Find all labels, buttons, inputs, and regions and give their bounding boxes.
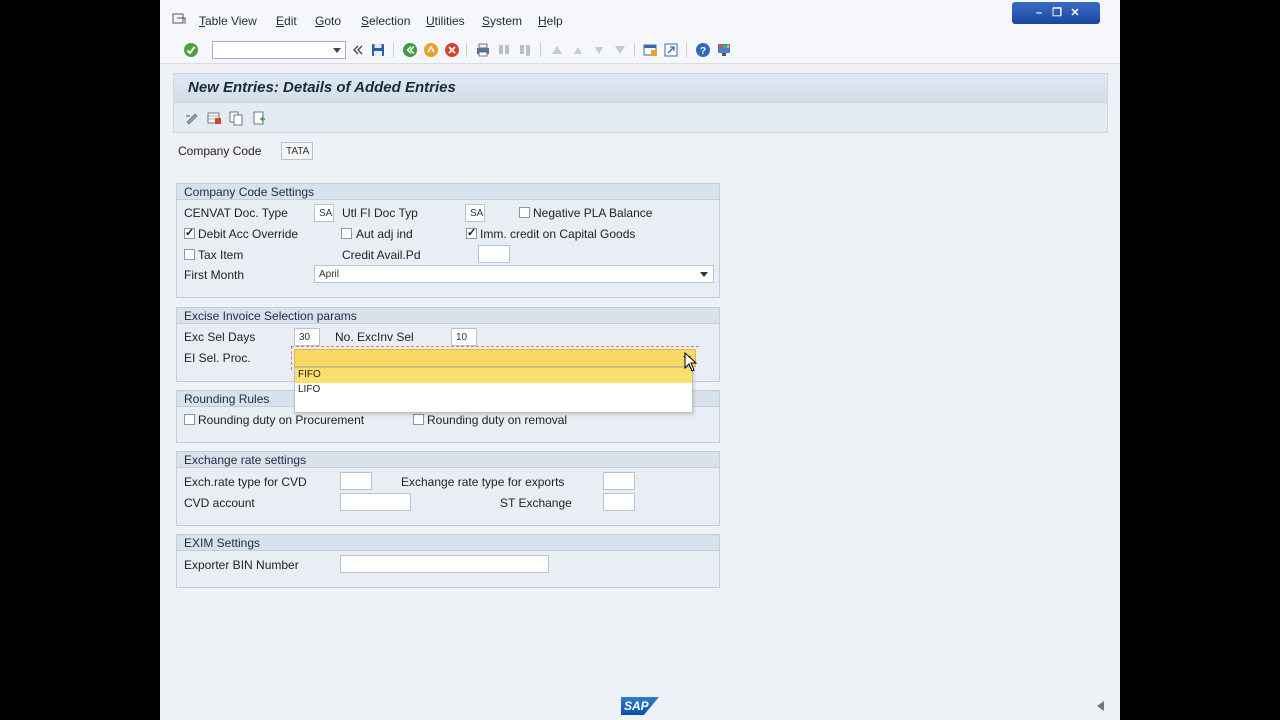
chevron-down-icon[interactable] [333, 48, 341, 53]
option-fifo[interactable]: FIFO [295, 368, 692, 383]
menu-utilities[interactable]: Utilities [426, 14, 465, 28]
delete-entry-icon[interactable] [206, 110, 222, 126]
toolbar-separator [540, 43, 541, 57]
rounding-removal-label: Rounding duty on removal [427, 413, 568, 427]
sap-window: Table View Edit Goto Selection Utilities… [160, 0, 1120, 720]
standard-toolbar: ? [160, 36, 1120, 64]
cvd-rate-type-field[interactable] [340, 472, 372, 490]
exc-sel-days-label: Exc Sel Days [184, 330, 256, 344]
exporter-bin-field[interactable] [340, 555, 549, 573]
tax-item-checkbox[interactable] [184, 249, 195, 260]
restore-icon[interactable]: ❐ [1050, 6, 1064, 20]
prev-page-icon[interactable] [570, 42, 586, 58]
minimize-icon[interactable]: – [1032, 6, 1046, 20]
company-code-field[interactable]: TATA [281, 142, 313, 160]
back-double-icon[interactable] [350, 42, 366, 58]
exports-rate-type-field[interactable] [603, 472, 635, 490]
option-lifo[interactable]: LIFO [295, 383, 692, 398]
cvd-account-label: CVD account [184, 496, 255, 510]
first-month-dropdown[interactable]: April [314, 265, 714, 283]
new-entry-icon[interactable] [251, 110, 267, 126]
exit-icon[interactable] [423, 42, 439, 58]
imm-credit-label: Imm. credit on Capital Goods [480, 227, 636, 241]
ei-sel-proc-label: EI Sel. Proc. [184, 351, 251, 365]
cvd-account-field[interactable] [340, 493, 411, 511]
window-controls: – ❐ ✕ [1012, 2, 1100, 24]
toolbar-separator [686, 43, 687, 57]
menu-selection[interactable]: Selection [361, 14, 410, 28]
rounding-removal-checkbox[interactable] [413, 414, 424, 425]
enter-icon[interactable] [183, 42, 199, 58]
create-session-icon[interactable] [642, 42, 658, 58]
group-title: EXIM Settings [177, 535, 719, 551]
menu-edit[interactable]: Edit [276, 14, 297, 28]
first-month-value: April [319, 269, 340, 280]
print-icon[interactable] [475, 42, 491, 58]
cancel-icon[interactable] [444, 42, 460, 58]
aut-adj-ind-label: Aut adj ind [356, 227, 413, 241]
chevron-down-icon[interactable] [700, 272, 708, 277]
imm-credit-checkbox[interactable] [466, 226, 477, 239]
shortcut-icon[interactable] [663, 42, 679, 58]
svg-text:?: ? [700, 46, 706, 57]
no-excinv-sel-label: No. ExcInv Sel [335, 330, 414, 344]
first-month-label: First Month [184, 268, 245, 282]
exporter-bin-label: Exporter BIN Number [184, 558, 299, 572]
ei-sel-proc-dropdown[interactable] [294, 349, 696, 367]
application-toolbar [173, 103, 1108, 133]
toolbar-separator [634, 43, 635, 57]
page-title-bar: New Entries: Details of Added Entries [173, 73, 1108, 103]
cenvat-doc-type-label: CENVAT Doc. Type [184, 206, 288, 220]
command-field[interactable] [212, 41, 346, 59]
toolbar-separator [466, 43, 467, 57]
rounding-procurement-checkbox[interactable] [184, 414, 195, 425]
last-page-icon[interactable] [612, 42, 628, 58]
customize-layout-icon[interactable] [716, 42, 732, 58]
exc-sel-days-field[interactable]: 30 [294, 328, 320, 346]
cvd-rate-type-label: Exch.rate type for CVD [184, 475, 307, 489]
display-change-icon[interactable] [184, 110, 200, 126]
toolbar-separator [393, 43, 394, 57]
find-next-icon[interactable] [517, 42, 533, 58]
debit-acc-override-checkbox[interactable] [184, 226, 195, 239]
negative-pla-label: Negative PLA Balance [533, 206, 653, 220]
rounding-procurement-label: Rounding duty on Procurement [198, 413, 365, 427]
exports-rate-type-label: Exchange rate type for exports [401, 475, 565, 489]
menu-help[interactable]: Help [538, 14, 563, 28]
credit-avail-pd-label: Credit Avail.Pd [342, 248, 421, 262]
menu-system[interactable]: System [482, 14, 522, 28]
first-page-icon[interactable] [549, 42, 565, 58]
cenvat-doc-type-field[interactable]: SA [314, 204, 334, 222]
find-icon[interactable] [496, 42, 512, 58]
menu-icon[interactable] [172, 13, 186, 25]
st-exchange-field[interactable] [603, 493, 635, 511]
debit-acc-override-label: Debit Acc Override [198, 227, 299, 241]
save-icon[interactable] [370, 42, 386, 58]
status-bar-toggle-icon[interactable] [1097, 701, 1104, 711]
help-icon[interactable]: ? [695, 42, 711, 58]
group-title: Exchange rate settings [177, 452, 719, 468]
sap-logo-text: SAP [624, 699, 649, 713]
back-icon[interactable] [402, 42, 418, 58]
mouse-pointer-icon [684, 352, 698, 372]
menu-bar: Table View Edit Goto Selection Utilities… [160, 0, 1120, 40]
aut-adj-ind-checkbox[interactable] [341, 228, 352, 239]
page-title: New Entries: Details of Added Entries [188, 79, 456, 96]
group-title: Company Code Settings [177, 184, 719, 200]
negative-pla-checkbox[interactable] [519, 207, 530, 218]
group-title: Excise Invoice Selection params [177, 308, 719, 324]
utl-fi-doc-typ-label: Utl FI Doc Typ [342, 206, 418, 220]
tax-item-label: Tax Item [198, 248, 244, 262]
ei-sel-proc-options-list: FIFO LIFO [294, 367, 693, 413]
close-icon[interactable]: ✕ [1068, 6, 1082, 20]
utl-fi-doc-typ-field[interactable]: SA [465, 204, 485, 222]
copy-entry-icon[interactable] [228, 110, 244, 126]
no-excinv-sel-field[interactable]: 10 [451, 328, 477, 346]
company-code-label: Company Code [178, 144, 262, 158]
menu-goto[interactable]: Goto [315, 14, 341, 28]
menu-table-view[interactable]: Table View [199, 14, 257, 28]
next-page-icon[interactable] [591, 42, 607, 58]
st-exchange-label: ST Exchange [500, 496, 572, 510]
credit-avail-pd-field[interactable] [478, 245, 510, 263]
